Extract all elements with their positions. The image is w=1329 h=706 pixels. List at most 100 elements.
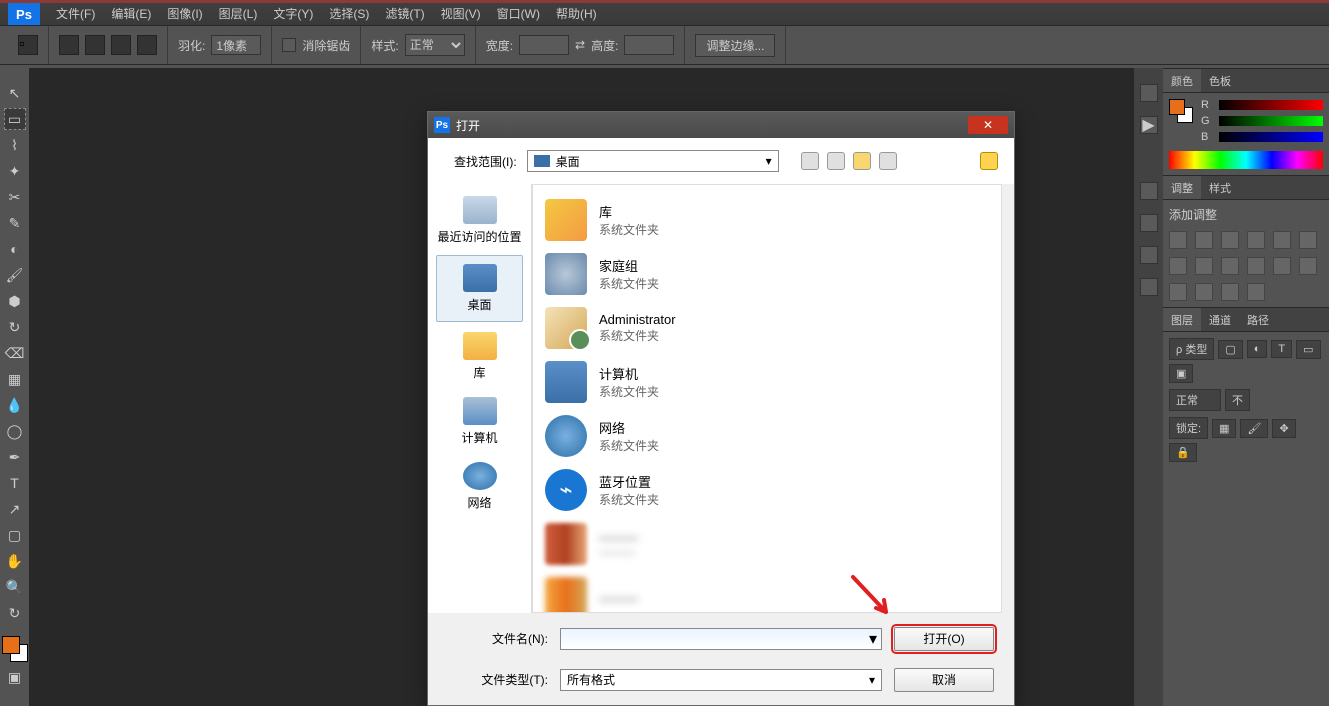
b-slider[interactable]: [1219, 132, 1323, 142]
dodge-tool[interactable]: ◯: [4, 420, 26, 442]
views-icon[interactable]: [879, 152, 897, 170]
lock-pos-icon[interactable]: ✥: [1272, 419, 1295, 438]
brush-panel-icon[interactable]: [1140, 246, 1158, 264]
color-swatch[interactable]: [2, 636, 28, 662]
antialias-checkbox[interactable]: [282, 38, 296, 52]
back-icon[interactable]: [801, 152, 819, 170]
hand-tool[interactable]: ✋: [4, 550, 26, 572]
gradient-tool[interactable]: ▦: [4, 368, 26, 390]
place-computer[interactable]: 计算机: [428, 389, 531, 454]
new-selection-icon[interactable]: [59, 35, 79, 55]
type-tool[interactable]: T: [4, 472, 26, 494]
tab-styles[interactable]: 样式: [1201, 176, 1239, 199]
file-item[interactable]: Administrator系统文件夹: [541, 301, 993, 355]
adj-levels-icon[interactable]: [1195, 231, 1213, 249]
lock-pixels-icon[interactable]: 🖌: [1240, 419, 1268, 438]
tool-preset-icon[interactable]: ▫: [18, 35, 38, 55]
lasso-tool[interactable]: ⌇: [4, 134, 26, 156]
file-item[interactable]: ⌁蓝牙位置系统文件夹: [541, 463, 993, 517]
cancel-button[interactable]: 取消: [894, 668, 994, 692]
menu-help[interactable]: 帮助(H): [548, 3, 605, 25]
adj-brightness-icon[interactable]: [1169, 231, 1187, 249]
close-button[interactable]: ✕: [968, 116, 1008, 134]
up-icon[interactable]: [827, 152, 845, 170]
file-item[interactable]: 计算机系统文件夹: [541, 355, 993, 409]
file-list[interactable]: 库系统文件夹 家庭组系统文件夹 Administrator系统文件夹 计算机系统…: [532, 184, 1002, 613]
file-item[interactable]: 库系统文件夹: [541, 193, 993, 247]
filename-input[interactable]: ▾: [560, 628, 882, 650]
add-adjustment-link[interactable]: 添加调整: [1169, 206, 1323, 223]
menu-edit[interactable]: 编辑(E): [103, 3, 159, 25]
spectrum-picker[interactable]: [1169, 151, 1323, 169]
lookin-select[interactable]: 桌面 ▾: [527, 150, 779, 172]
style-select[interactable]: 正常: [405, 34, 465, 56]
place-desktop[interactable]: 桌面: [436, 255, 523, 322]
refine-edge-button[interactable]: 调整边缘...: [695, 34, 775, 57]
blur-tool[interactable]: 💧: [4, 394, 26, 416]
g-slider[interactable]: [1219, 116, 1323, 126]
adj-gradient-icon[interactable]: [1221, 283, 1239, 301]
filter-pixel-icon[interactable]: ▢: [1218, 340, 1242, 359]
quickmask-tool[interactable]: ▣: [4, 666, 26, 688]
filter-smart-icon[interactable]: ▣: [1169, 364, 1193, 383]
shape-tool[interactable]: ▢: [4, 524, 26, 546]
adj-lookup-icon[interactable]: [1273, 257, 1291, 275]
adj-hue-icon[interactable]: [1299, 231, 1317, 249]
adj-invert-icon[interactable]: [1299, 257, 1317, 275]
adj-balance-icon[interactable]: [1169, 257, 1187, 275]
file-item[interactable]: ——————: [541, 517, 993, 571]
adj-bw-icon[interactable]: [1195, 257, 1213, 275]
adj-photo-icon[interactable]: [1221, 257, 1239, 275]
eyedropper-tool[interactable]: ✎: [4, 212, 26, 234]
adj-curves-icon[interactable]: [1221, 231, 1239, 249]
history-brush-tool[interactable]: ↻: [4, 316, 26, 338]
height-input[interactable]: [624, 35, 674, 55]
marquee-tool[interactable]: ▭: [4, 108, 26, 130]
filetype-select[interactable]: 所有格式▾: [560, 669, 882, 691]
crop-tool[interactable]: ✂: [4, 186, 26, 208]
add-selection-icon[interactable]: [85, 35, 105, 55]
swap-colors-icon[interactable]: ↻: [4, 602, 26, 624]
eraser-tool[interactable]: ⌫: [4, 342, 26, 364]
r-slider[interactable]: [1219, 100, 1323, 110]
adj-exposure-icon[interactable]: [1247, 231, 1265, 249]
menu-file[interactable]: 文件(F): [48, 3, 103, 25]
tab-adjustments[interactable]: 调整: [1163, 176, 1201, 199]
tab-color[interactable]: 颜色: [1163, 69, 1201, 92]
new-folder-icon[interactable]: [853, 152, 871, 170]
subtract-selection-icon[interactable]: [111, 35, 131, 55]
tab-paths[interactable]: 路径: [1239, 308, 1277, 331]
filter-adj-icon[interactable]: ◐: [1247, 340, 1268, 358]
menu-view[interactable]: 视图(V): [433, 3, 489, 25]
dialog-titlebar[interactable]: Ps 打开 ✕: [428, 112, 1014, 138]
magic-wand-tool[interactable]: ✦: [4, 160, 26, 182]
tab-channels[interactable]: 通道: [1201, 308, 1239, 331]
menu-select[interactable]: 选择(S): [321, 3, 377, 25]
menu-image[interactable]: 图像(I): [159, 3, 210, 25]
menu-filter[interactable]: 滤镜(T): [377, 3, 432, 25]
adj-selective-icon[interactable]: [1247, 283, 1265, 301]
tab-swatches[interactable]: 色板: [1201, 69, 1239, 92]
width-input[interactable]: [519, 35, 569, 55]
feather-input[interactable]: [211, 35, 261, 55]
file-item[interactable]: ———: [541, 571, 993, 613]
swatches-panel-icon[interactable]: [1140, 278, 1158, 296]
place-network[interactable]: 网络: [428, 454, 531, 519]
blend-mode-select[interactable]: 正常: [1169, 389, 1221, 411]
filter-shape-icon[interactable]: ▭: [1296, 340, 1320, 359]
character-panel-icon[interactable]: [1140, 182, 1158, 200]
file-item[interactable]: 网络系统文件夹: [541, 409, 993, 463]
intersect-selection-icon[interactable]: [137, 35, 157, 55]
color-swatch-mini[interactable]: [1169, 99, 1193, 123]
stamp-tool[interactable]: ⬢: [4, 290, 26, 312]
move-tool[interactable]: ↖: [4, 82, 26, 104]
open-button[interactable]: 打开(O): [894, 627, 994, 651]
pen-tool[interactable]: ✒: [4, 446, 26, 468]
actions-panel-icon[interactable]: ▶: [1140, 116, 1158, 134]
history-panel-icon[interactable]: [1140, 84, 1158, 102]
adj-vibrance-icon[interactable]: [1273, 231, 1291, 249]
adj-mixer-icon[interactable]: [1247, 257, 1265, 275]
place-libraries[interactable]: 库: [428, 324, 531, 389]
menu-type[interactable]: 文字(Y): [265, 3, 321, 25]
file-item[interactable]: 家庭组系统文件夹: [541, 247, 993, 301]
